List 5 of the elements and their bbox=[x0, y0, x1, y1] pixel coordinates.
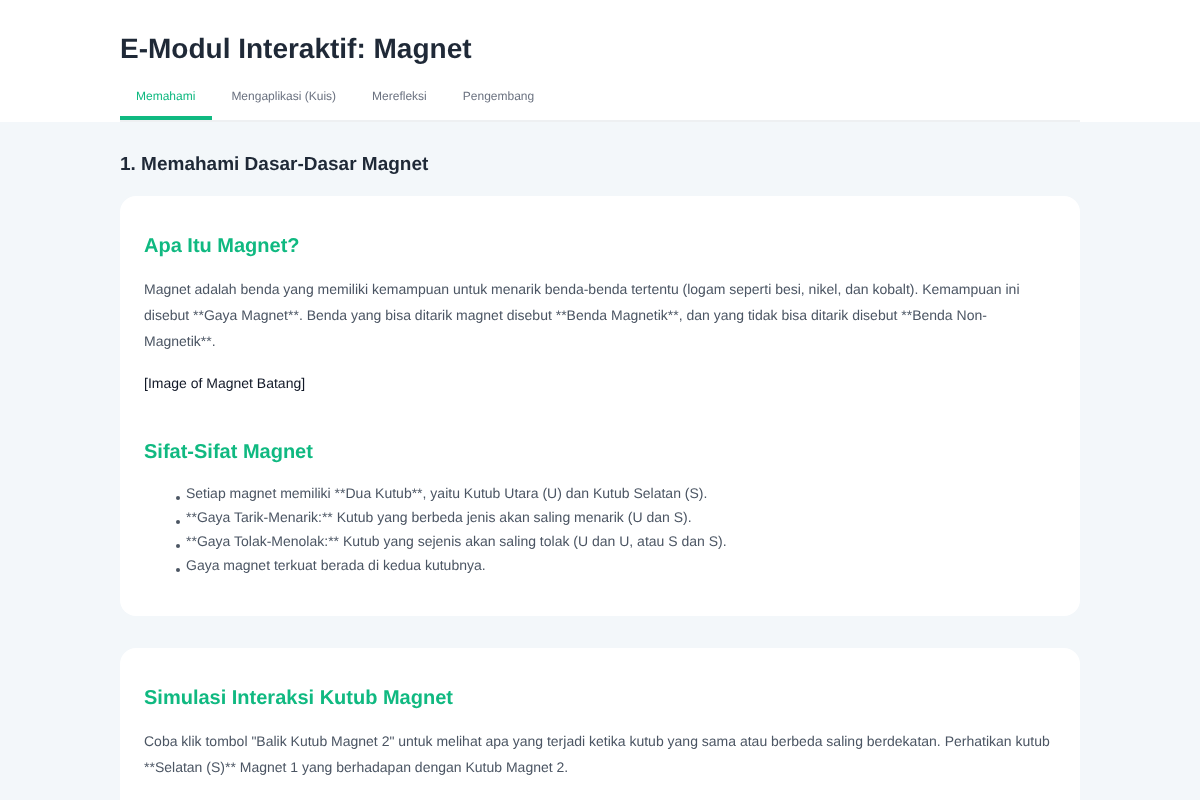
section-heading: Sifat-Sifat Magnet bbox=[144, 440, 315, 469]
page-title: E-Modul Interaktif: Magnet bbox=[120, 30, 474, 68]
section-title: 1. Memahami Dasar-Dasar Magnet bbox=[120, 152, 431, 180]
section-heading: Apa Itu Magnet? bbox=[144, 234, 302, 263]
section-heading: Simulasi Interaksi Kutub Magnet bbox=[144, 686, 455, 715]
